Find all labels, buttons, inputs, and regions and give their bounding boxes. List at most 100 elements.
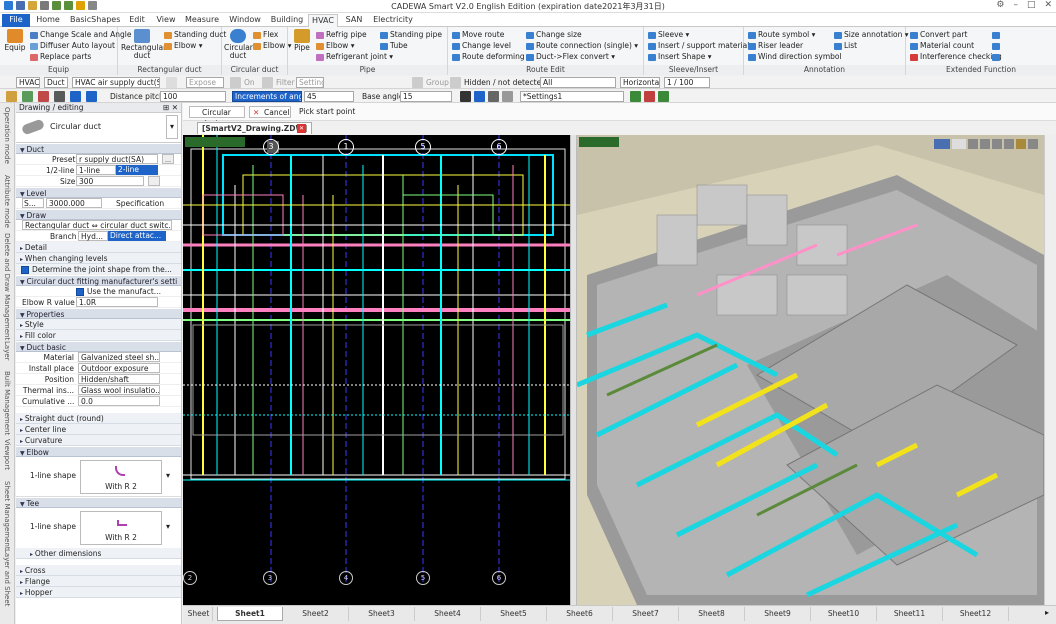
view-cube-icon[interactable] xyxy=(968,139,978,149)
pen-icon[interactable] xyxy=(460,91,471,102)
horizontal-select[interactable]: Horizontal xyxy=(620,77,660,88)
reset-icon[interactable] xyxy=(644,91,655,102)
other-dimensions-item[interactable]: Other dimensions xyxy=(16,548,181,559)
style-item[interactable]: Style xyxy=(16,319,181,330)
sleeve-button[interactable]: Sleeve ▾ xyxy=(648,29,689,40)
sheet-tab-2[interactable]: Sheet2 xyxy=(283,607,349,621)
thermal-select[interactable]: Glass wool insulatio... xyxy=(78,385,160,395)
system-name-select[interactable]: HVAC air supply duct(SA) xyxy=(72,77,160,88)
elbow-shape-select[interactable]: With R 2 xyxy=(80,460,162,494)
diffuser-layout-button[interactable]: Diffuser Auto layout xyxy=(30,40,115,51)
settings-select[interactable]: *Settings1 xyxy=(520,91,624,102)
elbow-r-select[interactable]: 1.0R xyxy=(76,297,158,307)
tab-hvac[interactable]: HVAC xyxy=(308,14,338,27)
sheet-tab-7[interactable]: Sheet7 xyxy=(613,607,679,621)
detail-item[interactable]: Detail xyxy=(16,242,181,253)
on-toggle-icon[interactable] xyxy=(230,77,241,88)
riser-leader-button[interactable]: Riser leader xyxy=(748,40,803,51)
tee-dropdown-icon[interactable]: ▾ xyxy=(166,522,170,531)
two-line-option[interactable]: 2-line xyxy=(116,165,158,175)
tab-electricity[interactable]: Electricity xyxy=(372,14,414,27)
straight-duct-item[interactable]: Straight duct (round) xyxy=(16,413,181,424)
flange-item[interactable]: Flange xyxy=(16,576,181,587)
expose-select[interactable]: Expose xyxy=(186,77,224,88)
setting-button[interactable]: Setting xyxy=(296,77,324,88)
interference-check-button[interactable]: Interference checking xyxy=(910,51,1002,62)
minimize-icon[interactable]: – xyxy=(1013,0,1018,10)
material-select[interactable]: Galvanized steel sh... xyxy=(78,352,160,362)
standing-pipe-button[interactable]: Standing pipe xyxy=(380,29,442,40)
sheet-tab-12[interactable]: Sheet12 xyxy=(943,607,1009,621)
view-3d-scrollbar[interactable] xyxy=(1044,135,1056,605)
current-command-button[interactable]: Circular duct xyxy=(189,106,245,128)
refrig-pipe-button[interactable]: Refrig pipe xyxy=(316,29,367,40)
move-route-button[interactable]: Move route xyxy=(452,29,504,40)
convert-part-button[interactable]: Convert part xyxy=(910,29,967,40)
sheet-tab-sheet[interactable]: Sheet xyxy=(185,607,213,621)
maximize-icon[interactable]: □ xyxy=(1027,0,1036,10)
tee-shape-select[interactable]: With R 2 xyxy=(80,511,162,545)
preset-select[interactable]: r supply duct(SA) xyxy=(76,154,158,164)
angle-increment-select[interactable]: 45 xyxy=(304,91,354,102)
snap-icon[interactable] xyxy=(6,91,17,102)
change-size-button[interactable]: Change size xyxy=(526,29,582,40)
properties-section[interactable]: Properties xyxy=(16,308,181,319)
tube-button[interactable]: Tube xyxy=(380,40,408,51)
camera-icon[interactable] xyxy=(1028,139,1038,149)
ortho-icon[interactable] xyxy=(22,91,33,102)
base-angle-select[interactable]: 15 xyxy=(400,91,452,102)
insert-support-button[interactable]: Insert / support material xyxy=(648,40,749,51)
duct-flex-convert-button[interactable]: Duct->Flex convert ▾ xyxy=(526,51,615,62)
system-select[interactable]: HVAC ▾ xyxy=(16,77,40,88)
replace-parts-button[interactable]: Replace parts xyxy=(30,51,91,62)
duct-section[interactable]: Duct xyxy=(16,143,181,154)
change-level-button[interactable]: Change level xyxy=(452,40,511,51)
vtab-layer[interactable]: Layer xyxy=(3,341,11,361)
sheet-tab-1[interactable]: Sheet1 xyxy=(217,607,283,621)
size-annotation-button[interactable]: Size annotation ▾ xyxy=(834,29,909,40)
cancel-button[interactable]: ✕ Cancel xyxy=(249,106,291,118)
cumulative-select[interactable]: 0.0 xyxy=(78,396,160,406)
rectangular-duct-button[interactable]: Rectangular duct xyxy=(121,29,166,60)
insert-shape-button[interactable]: Insert Shape ▾ xyxy=(648,51,712,62)
tab-window[interactable]: Window xyxy=(228,14,262,27)
sheet-tab-11[interactable]: Sheet11 xyxy=(877,607,943,621)
tab-measure[interactable]: Measure xyxy=(184,14,220,27)
joint-checkbox[interactable] xyxy=(21,266,29,274)
print-preview-icon[interactable] xyxy=(488,91,499,102)
elbow-dropdown-icon[interactable]: ▾ xyxy=(166,471,170,480)
fill-color-item[interactable]: Fill color xyxy=(16,330,181,341)
tab-view[interactable]: View xyxy=(154,14,178,27)
sheet-tab-5[interactable]: Sheet5 xyxy=(481,607,547,621)
pin-icon[interactable]: ⊞ ✕ xyxy=(163,103,178,113)
cad-2d-view[interactable]: 3 1 5 6 2 3 4 5 6 xyxy=(183,135,570,605)
vtab-delete-draw[interactable]: Delete and Draw Management xyxy=(3,233,11,340)
section-icon[interactable] xyxy=(1004,139,1014,149)
list-button[interactable]: List xyxy=(834,40,857,51)
refrigerant-joint-button[interactable]: Refrigerant joint ▾ xyxy=(316,51,393,62)
pan-icon[interactable] xyxy=(992,139,1002,149)
document-tab[interactable]: [SmartV2_Drawing.ZDW] xyxy=(197,122,313,134)
level-section[interactable]: Level xyxy=(16,187,181,198)
route-deforming-button[interactable]: Route deforming ▾ xyxy=(452,51,531,62)
apply-icon[interactable] xyxy=(630,91,641,102)
settings-icon[interactable]: ⚙ xyxy=(996,0,1004,10)
preset-more-button[interactable]: … xyxy=(162,154,174,164)
flex-button[interactable]: Flex xyxy=(253,29,278,40)
joint-shape-row[interactable]: Determine the joint shape from the... xyxy=(16,264,181,275)
sheet-tab-3[interactable]: Sheet3 xyxy=(349,607,415,621)
tab-file[interactable]: File xyxy=(2,14,30,27)
tee-section[interactable]: Tee xyxy=(16,497,181,508)
wind-direction-button[interactable]: Wind direction symbol xyxy=(748,51,842,62)
render-mode-icon[interactable] xyxy=(952,139,966,149)
all-select[interactable]: All xyxy=(540,77,616,88)
tool-dropdown-icon[interactable]: ▾ xyxy=(166,115,178,139)
view-splitter[interactable] xyxy=(570,135,577,605)
sheet-tab-10[interactable]: Sheet10 xyxy=(811,607,877,621)
angle-snap-icon[interactable] xyxy=(70,91,81,102)
scale-select[interactable]: 1 / 100 xyxy=(664,77,710,88)
tab-basicshapes[interactable]: BasicShapes xyxy=(70,14,120,27)
hidden-icon[interactable] xyxy=(450,77,461,88)
vtab-layer-sheet[interactable]: Layer and Sheet xyxy=(3,549,11,606)
rect-elbow-button[interactable]: Elbow ▾ xyxy=(164,40,202,51)
